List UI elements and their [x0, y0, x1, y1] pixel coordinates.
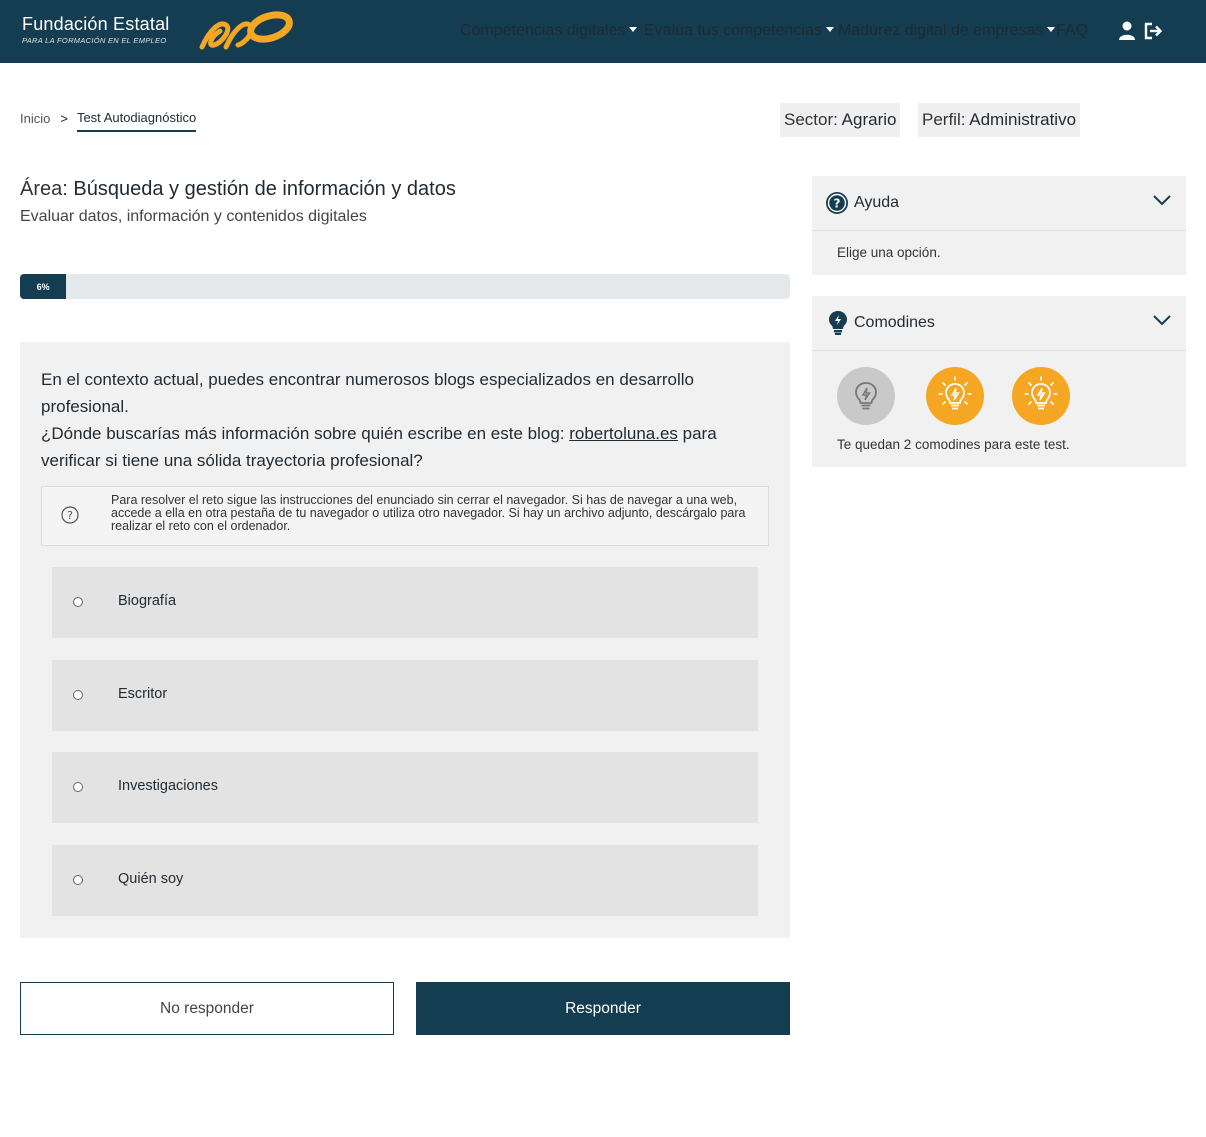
answer-option-label: Quién soy: [118, 871, 184, 887]
wildcards-panel-header[interactable]: Comodines: [812, 296, 1186, 351]
brand-logo[interactable]: Fundación Estatal PARA LA FORMACIÓN EN E…: [22, 14, 170, 45]
wildcard-available[interactable]: [926, 367, 984, 425]
nav-competencias-digitales[interactable]: Competencias digitales: [460, 22, 638, 40]
area-label: Área:: [20, 178, 68, 200]
wildcard-available[interactable]: [1012, 367, 1070, 425]
lightbulb-icon: [855, 382, 877, 410]
user-icon[interactable]: [1118, 20, 1136, 42]
breadcrumb-current: Test Autodiagnóstico: [76, 110, 197, 132]
sector-chip: Sector: Agrario: [780, 103, 901, 137]
question-circle-icon: ?: [61, 506, 79, 524]
caret-down-icon: [629, 27, 638, 32]
brand-subtitle: PARA LA FORMACIÓN EN EL EMPLEO: [22, 36, 167, 45]
question-card: En el contexto actual, puedes encontrar …: [20, 342, 790, 938]
top-navbar: Fundación Estatal PARA LA FORMACIÓN EN E…: [0, 0, 1206, 63]
nav-label: FAQ: [1056, 22, 1089, 39]
svg-text:?: ?: [834, 197, 841, 211]
progress-bar: 6%: [20, 274, 790, 299]
question-link[interactable]: robertoluna.es: [569, 424, 678, 443]
breadcrumb-home[interactable]: Inicio: [20, 111, 50, 126]
nav-evalua-competencias[interactable]: Evalúa tus competencias: [644, 22, 834, 40]
radio-button[interactable]: [73, 782, 83, 792]
question-line1: En el contexto actual, puedes encontrar …: [41, 370, 695, 416]
answer-option-investigaciones[interactable]: Investigaciones: [52, 752, 758, 823]
nav-label: Madurez digital de empresas: [838, 22, 1044, 39]
answer-option-label: Investigaciones: [118, 778, 218, 794]
nav-faq[interactable]: FAQ: [1056, 22, 1088, 40]
perfil-chip: Perfil: Administrativo: [918, 103, 1081, 137]
brand-mark-icon: [199, 11, 293, 50]
radio-button[interactable]: [73, 875, 83, 885]
lightbulb-icon: [938, 376, 972, 410]
radio-button[interactable]: [73, 690, 83, 700]
help-panel-title: Ayuda: [854, 194, 900, 211]
answer-option-label: Biografía: [118, 593, 177, 609]
help-panel-text: Elige una opción.: [837, 245, 941, 260]
wildcards-panel: Comodines Te quedan 2 comodines para est…: [812, 296, 1186, 467]
question-text: En el contexto actual, puedes encontrar …: [41, 366, 741, 474]
question-line2-pre: ¿Dónde buscarías más información sobre q…: [41, 424, 570, 443]
sector-value: Agrario: [841, 110, 897, 129]
caret-down-icon: [825, 27, 834, 32]
nav-madurez-digital[interactable]: Madurez digital de empresas: [838, 22, 1056, 40]
help-icon: ?: [826, 192, 848, 214]
chevron-down-icon[interactable]: [1152, 314, 1172, 326]
nav-label: Evalúa tus competencias: [644, 22, 822, 39]
caret-down-icon: [1047, 27, 1056, 32]
brand-name: Fundación Estatal: [22, 14, 170, 34]
lightbulb-icon: [829, 311, 847, 335]
sector-label: Sector:: [784, 110, 838, 129]
progress-fill: 6%: [20, 274, 67, 299]
answer-button[interactable]: Responder: [416, 982, 790, 1035]
svg-text:?: ?: [67, 509, 73, 522]
chevron-down-icon[interactable]: [1152, 194, 1172, 206]
area-value: Búsqueda y gestión de información y dato…: [73, 178, 456, 200]
answer-option-escritor[interactable]: Escritor: [52, 660, 758, 731]
answer-option-label: Escritor: [118, 686, 168, 702]
radio-button[interactable]: [73, 597, 83, 607]
wildcards-panel-text: Te quedan 2 comodines para este test.: [837, 437, 1070, 452]
skip-button[interactable]: No responder: [20, 982, 394, 1035]
hint-box: ? Para resolver el reto sigue las instru…: [41, 486, 769, 546]
breadcrumb: Inicio > Test Autodiagnóstico: [20, 105, 197, 132]
logout-icon[interactable]: [1143, 20, 1163, 42]
area-subtitle: Evaluar datos, información y contenidos …: [20, 208, 367, 225]
area-title: Área: Búsqueda y gestión de información …: [20, 178, 456, 201]
perfil-label: Perfil:: [922, 110, 966, 129]
breadcrumb-separator: >: [60, 111, 68, 126]
answer-option-biografia[interactable]: Biografía: [52, 567, 758, 638]
hint-text: Para resolver el reto sigue las instrucc…: [111, 493, 746, 533]
perfil-value: Administrativo: [969, 110, 1077, 129]
lightbulb-icon: [1024, 376, 1058, 410]
nav-label: Competencias digitales: [460, 22, 626, 39]
answer-option-quien-soy[interactable]: Quién soy: [52, 845, 758, 916]
wildcard-used: [837, 367, 895, 425]
help-panel: ? Ayuda Elige una opción.: [812, 176, 1186, 275]
wildcards-panel-title: Comodines: [854, 314, 935, 331]
help-panel-header[interactable]: ? Ayuda: [812, 176, 1186, 231]
